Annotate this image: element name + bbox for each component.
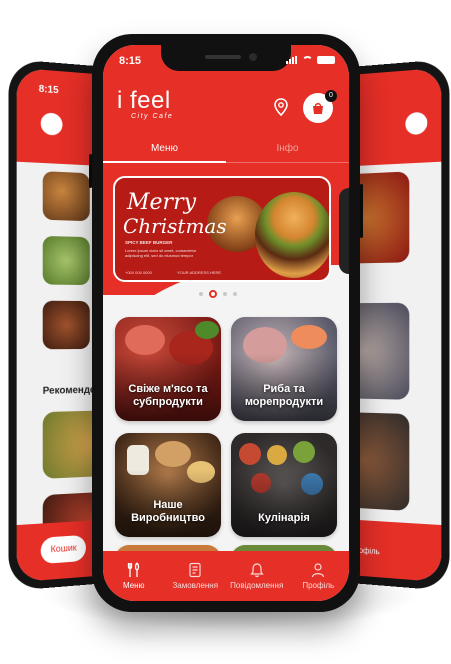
tab-divider	[226, 162, 349, 163]
back-section-label: Рекомендо	[42, 384, 96, 397]
user-icon	[312, 563, 325, 578]
category-label: Риба та морепродукти	[244, 383, 324, 408]
main-phone: 8:15 i feel City Cafe 0 Меню Інфо Merry …	[89, 34, 363, 612]
power-button	[360, 184, 363, 238]
shopping-bag-icon	[313, 103, 323, 114]
active-tab-indicator	[103, 161, 226, 163]
carousel-dot-active[interactable]	[209, 290, 217, 298]
tab-info[interactable]: Інфо	[226, 139, 349, 159]
nav-label: Профіль	[302, 581, 335, 590]
tab-menu[interactable]: Меню	[103, 139, 226, 159]
nav-orders[interactable]: Замовлення	[165, 551, 227, 601]
back-thumb-1	[42, 171, 90, 222]
status-icons	[286, 56, 335, 64]
logo-text: i feel	[117, 87, 171, 114]
nav-profile[interactable]: Профіль	[288, 551, 350, 601]
speaker	[205, 55, 241, 59]
app-showcase: 8:15 Рекомендо Кошик Профіль 8:15 i feel…	[0, 0, 451, 664]
next-banner-peek[interactable]	[339, 188, 349, 274]
back-avatar-icon	[40, 112, 63, 136]
bell-icon	[250, 563, 264, 578]
nav-label: Повідомлення	[230, 581, 284, 590]
notch	[161, 45, 291, 71]
banner-address: YOUR ADDRESS HERE	[177, 270, 222, 275]
back-status-time: 8:15	[38, 83, 59, 97]
bottom-navigation: Меню Замовлення Повідомлення Профіль	[103, 551, 349, 601]
banner-body: Lorem ipsum dolor sit amet, consectetur …	[125, 248, 197, 258]
carousel-dot[interactable]	[233, 292, 237, 296]
back-thumb-2	[42, 235, 90, 286]
order-list-icon	[189, 562, 201, 578]
volume-button	[89, 154, 92, 188]
signal-icon	[286, 56, 298, 64]
back-thumb-3	[42, 300, 90, 350]
category-label: Свіже м'ясо та субпродукти	[128, 383, 208, 408]
back-cart-icon	[405, 111, 428, 136]
promo-banner[interactable]: Merry Christmas SPICY BEEF BURGER Lorem …	[113, 176, 331, 282]
burger-image-front	[255, 192, 329, 278]
wifi-icon	[302, 56, 313, 64]
battery-icon	[317, 56, 335, 64]
category-tile-cooking[interactable]: Кулінарія	[231, 433, 337, 537]
carousel-dots	[199, 290, 237, 298]
banner-title-line2: Christmas	[123, 214, 227, 238]
nav-notifications[interactable]: Повідомлення	[226, 551, 288, 601]
camera	[249, 53, 257, 61]
category-label: Наше Виробництво	[131, 499, 205, 524]
logo-subtitle: City Cafe	[131, 113, 174, 120]
banner-tagline: SPICY BEEF BURGER	[125, 240, 173, 245]
location-button[interactable]	[271, 97, 291, 117]
category-label: Кулінарія	[258, 512, 310, 524]
carousel-dot[interactable]	[199, 292, 203, 296]
cart-button[interactable]: 0	[303, 90, 337, 123]
category-tile-fish[interactable]: Риба та морепродукти	[231, 317, 337, 421]
app-logo: i feel City Cafe	[117, 87, 174, 121]
nav-menu[interactable]: Меню	[103, 551, 165, 601]
nav-label: Меню	[122, 581, 145, 590]
carousel-dot[interactable]	[223, 292, 227, 296]
main-screen: 8:15 i feel City Cafe 0 Меню Інфо Merry …	[103, 45, 349, 601]
fork-knife-icon	[127, 562, 139, 577]
category-tile-meat[interactable]: Свіже м'ясо та субпродукти	[115, 317, 221, 421]
nav-label: Замовлення	[172, 581, 219, 590]
back-cart-pill: Кошик	[40, 534, 87, 565]
banner-title-line1: Merry	[127, 190, 197, 215]
cart-badge: 0	[325, 90, 337, 102]
banner-phone: +000 000 0000	[125, 270, 152, 275]
location-pin-icon	[274, 98, 288, 117]
status-time: 8:15	[119, 55, 142, 67]
top-tabs: Меню Інфо	[103, 139, 349, 163]
category-tile-production[interactable]: Наше Виробництво	[115, 433, 221, 537]
